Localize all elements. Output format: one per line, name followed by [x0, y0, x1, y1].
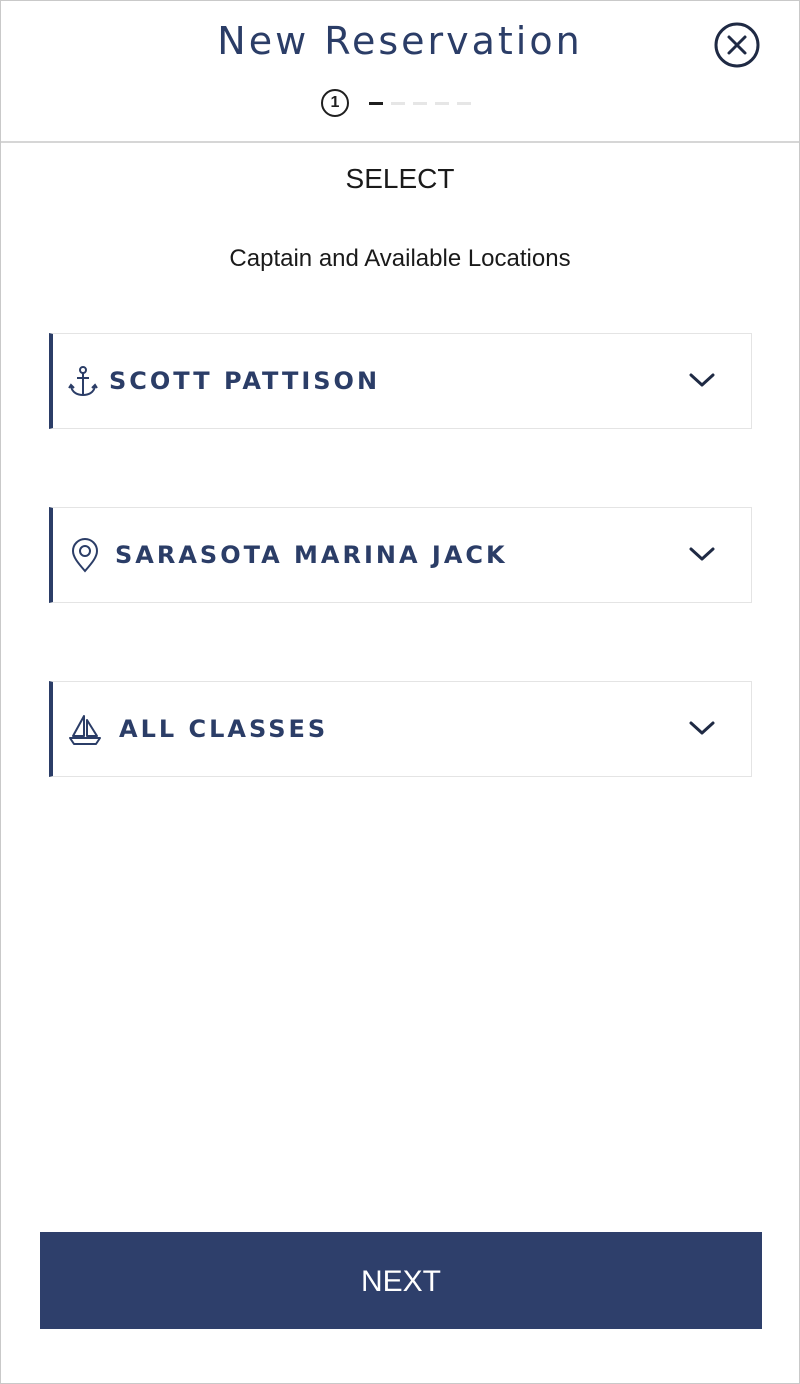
step-progress: 1 — [321, 89, 481, 121]
section-title: SELECT — [345, 163, 455, 194]
captain-select[interactable]: SCOTT PATTISON — [49, 333, 752, 429]
page-title: New Reservation — [217, 19, 583, 63]
progress-dash — [457, 102, 471, 105]
chevron-down-icon — [689, 721, 715, 735]
next-button[interactable]: NEXT — [40, 1232, 762, 1329]
location-value: SARASOTA MARINA JACK — [115, 541, 508, 569]
step-indicator: 1 — [321, 89, 349, 117]
location-pin-icon — [71, 538, 99, 573]
progress-dash — [413, 102, 427, 105]
header: New Reservation 1 — [1, 1, 799, 143]
class-value: ALL CLASSES — [119, 715, 329, 743]
section-subtitle: Captain and Available Locations — [229, 245, 571, 272]
captain-value: SCOTT PATTISON — [109, 367, 381, 395]
close-icon[interactable] — [713, 21, 761, 69]
progress-dash — [435, 102, 449, 105]
sailboat-icon — [69, 715, 101, 745]
chevron-down-icon — [689, 373, 715, 387]
class-select[interactable]: ALL CLASSES — [49, 681, 752, 777]
anchor-icon — [68, 366, 98, 397]
location-select[interactable]: SARASOTA MARINA JACK — [49, 507, 752, 603]
chevron-down-icon — [689, 547, 715, 561]
progress-dash-active — [369, 102, 383, 105]
screen: New Reservation 1 SELECT Captain and Ava… — [0, 0, 800, 1384]
progress-dash — [391, 102, 405, 105]
